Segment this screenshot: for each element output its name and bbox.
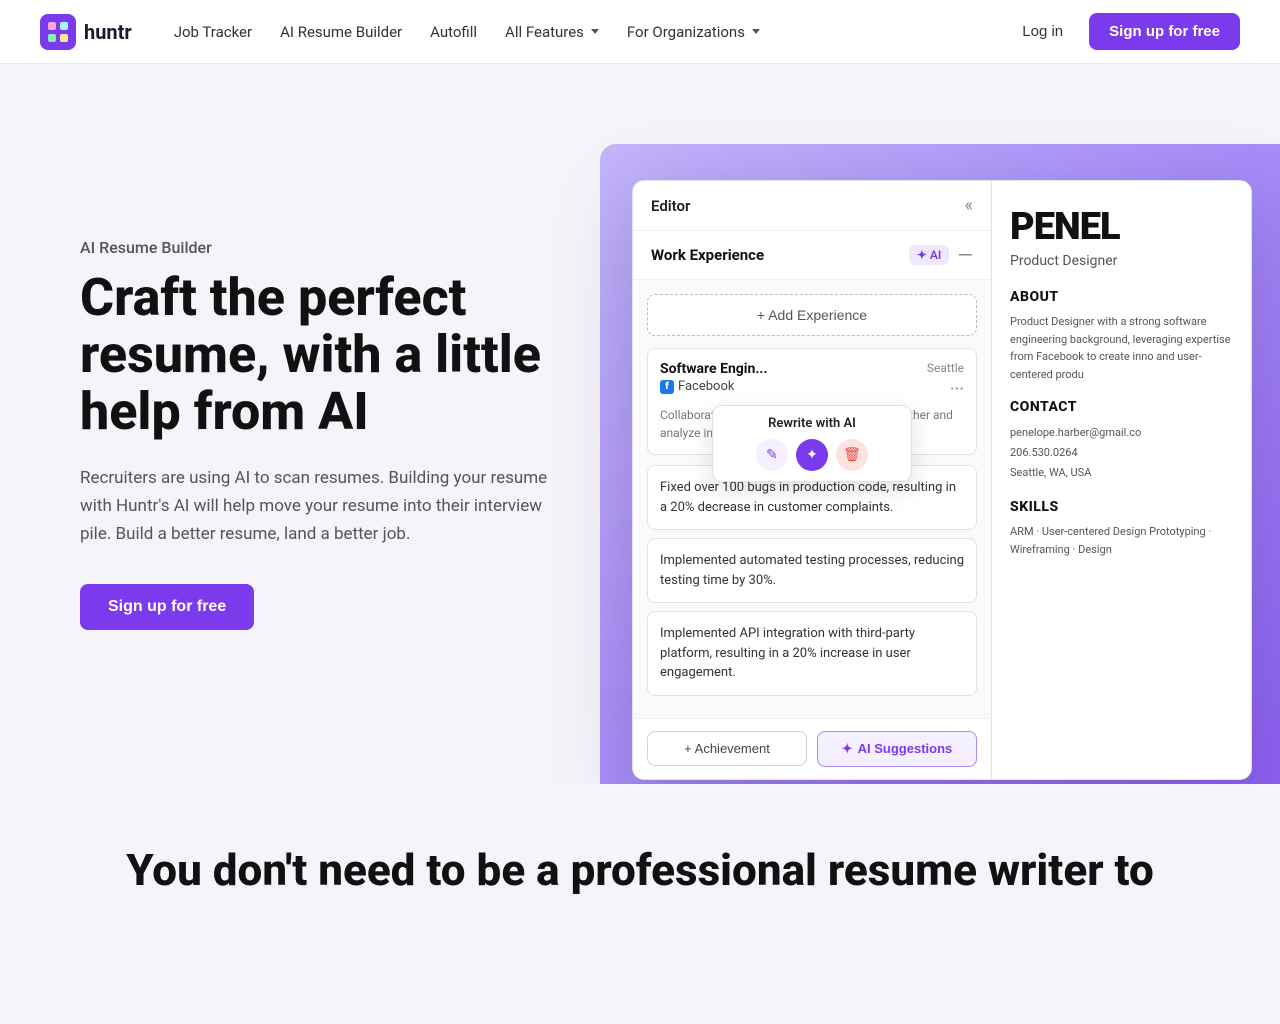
achievement-card: Implemented automated testing processes,…	[647, 538, 977, 603]
resume-preview-panel: PENEL Product Designer About Product Des…	[992, 180, 1252, 780]
section-header: Work Experience ✦ AI —	[633, 231, 991, 280]
rewrite-label: Rewrite with AI	[768, 416, 856, 431]
resume-role: Product Designer	[1010, 253, 1233, 269]
add-experience-button[interactable]: + Add Experience	[647, 294, 977, 336]
job-card-header: Software Engin... f Facebook Seattle ···	[660, 361, 964, 400]
ai-badge[interactable]: ✦ AI	[909, 245, 950, 265]
logo-text: huntr	[84, 20, 132, 44]
navbar: huntr Job Tracker AI Resume Builder Auto…	[0, 0, 1280, 64]
sparkle-icon: ✦	[806, 447, 818, 463]
logo[interactable]: huntr	[40, 14, 132, 50]
resume-contact-title: Contact	[1010, 399, 1233, 415]
job-location: Seattle	[927, 361, 964, 375]
rewrite-popup: Rewrite with AI ✎ ✦ 🗑	[712, 405, 912, 482]
ai-suggestions-button[interactable]: ✦ AI Suggestions	[817, 731, 977, 767]
hero-description: Recruiters are using AI to scan resumes.…	[80, 464, 560, 548]
hero-title: Craft the perfect resume, with a little …	[80, 269, 560, 441]
section-title: Work Experience	[651, 246, 764, 264]
nav-left: huntr Job Tracker AI Resume Builder Auto…	[40, 14, 770, 50]
job-card: Software Engin... f Facebook Seattle ···	[647, 348, 977, 455]
job-title: Software Engin...	[660, 361, 768, 377]
resume-skills-text: ARM · User-centered Design Prototyping ·…	[1010, 523, 1233, 560]
job-more-button[interactable]: ···	[950, 379, 964, 400]
nav-autofill[interactable]: Autofill	[420, 17, 487, 47]
resume-contact-info: penelope.harber@gmail.co 206.530.0264 Se…	[1010, 423, 1233, 482]
trash-icon: 🗑	[843, 447, 861, 463]
section-actions: ✦ AI —	[909, 243, 973, 267]
facebook-icon: f	[660, 380, 674, 394]
nav-right: Log in Sign up for free	[1012, 13, 1240, 50]
hero-visual: Editor « Work Experience ✦ AI — + Add Ex…	[600, 144, 1280, 784]
nav-links: Job Tracker AI Resume Builder Autofill A…	[164, 17, 770, 47]
job-card-right: Seattle ···	[927, 361, 964, 400]
hero-cta-button[interactable]: Sign up for free	[80, 584, 254, 630]
rewrite-icons: ✎ ✦ 🗑	[756, 439, 868, 471]
signup-button[interactable]: Sign up for free	[1089, 13, 1240, 50]
huntr-logo-icon	[40, 14, 76, 50]
resume-skills-title: Skills	[1010, 499, 1233, 515]
resume-about-title: About	[1010, 289, 1233, 305]
editor-panel: Editor « Work Experience ✦ AI — + Add Ex…	[632, 180, 992, 780]
achievement-card: Implemented API integration with third-p…	[647, 611, 977, 696]
hero-text: AI Resume Builder Craft the perfect resu…	[80, 238, 560, 631]
editor-title: Editor	[651, 197, 690, 215]
collapse-icon[interactable]: «	[965, 195, 973, 216]
editor-body: + Add Experience Software Engin... f Fac…	[633, 280, 991, 718]
editor-footer: + Achievement ✦ AI Suggestions	[633, 718, 991, 779]
job-company: f Facebook	[660, 379, 768, 394]
collapse-section-button[interactable]: —	[957, 243, 973, 267]
hero-section: AI Resume Builder Craft the perfect resu…	[0, 64, 1280, 784]
ai-rewrite-icon-button[interactable]: ✦	[796, 439, 828, 471]
chevron-down-icon	[752, 29, 760, 34]
edit-icon-button[interactable]: ✎	[756, 439, 788, 471]
chevron-down-icon	[591, 29, 599, 34]
add-achievement-button[interactable]: + Achievement	[647, 731, 807, 766]
screenshot-container: Editor « Work Experience ✦ AI — + Add Ex…	[632, 180, 1272, 780]
editor-header: Editor «	[633, 181, 991, 231]
bottom-title: You don't need to be a professional resu…	[80, 844, 1200, 897]
login-button[interactable]: Log in	[1012, 17, 1073, 46]
job-card-left: Software Engin... f Facebook	[660, 361, 768, 394]
nav-all-features[interactable]: All Features	[495, 17, 609, 47]
sparkle-icon: ✦	[842, 741, 853, 757]
pencil-icon: ✎	[766, 447, 778, 463]
nav-job-tracker[interactable]: Job Tracker	[164, 17, 262, 47]
resume-name: PENEL	[1010, 205, 1233, 249]
bottom-section: You don't need to be a professional resu…	[0, 784, 1280, 937]
resume-about-text: Product Designer with a strong software …	[1010, 313, 1233, 383]
nav-ai-resume-builder[interactable]: AI Resume Builder	[270, 17, 412, 47]
delete-icon-button[interactable]: 🗑	[836, 439, 868, 471]
hero-subtitle: AI Resume Builder	[80, 238, 560, 257]
nav-for-organizations[interactable]: For Organizations	[617, 17, 770, 47]
